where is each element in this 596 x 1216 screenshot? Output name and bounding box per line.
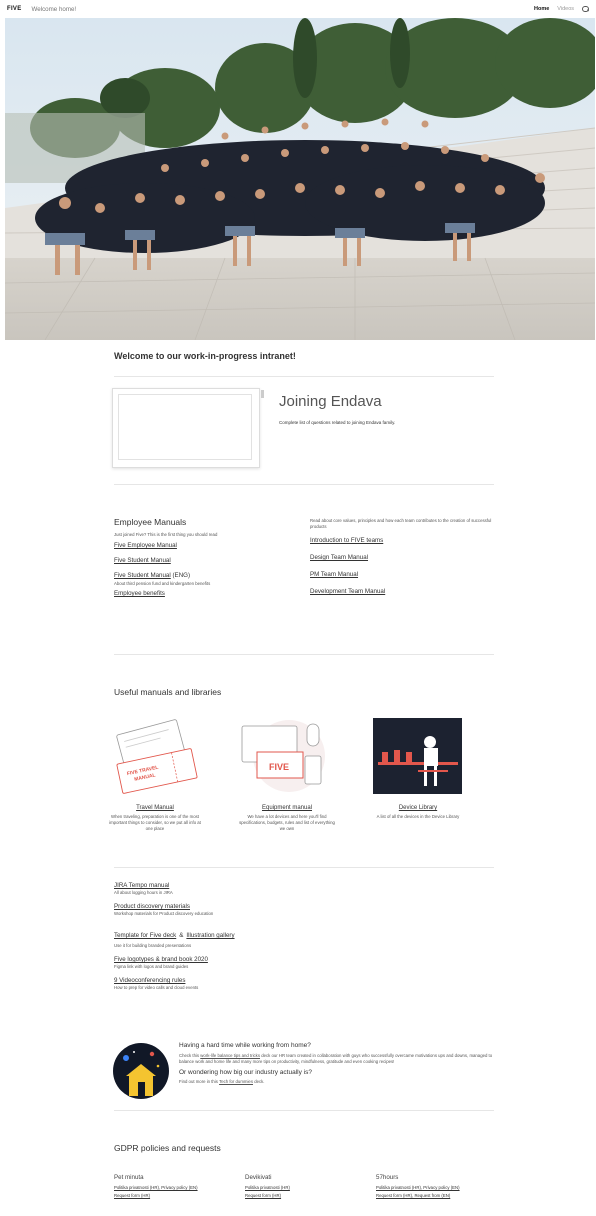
employee-benefits-link[interactable]: Employee benefits	[114, 590, 294, 597]
wfh-paragraph: Check this work-life balance tips and tr…	[179, 1053, 499, 1065]
wfh-question-2: Or wondering how big our industry actual…	[179, 1069, 312, 1076]
list-item: JIRA Tempo manual All about logging hour…	[114, 882, 494, 896]
gdpr-column-pet-minuta: Pet minuta Politika privatnosti (HR), Pr…	[114, 1174, 234, 1198]
device-library-card: Device Library A list of all the devices…	[368, 716, 468, 820]
home-night-icon	[113, 1043, 169, 1099]
joining-description: Complete list of questions related to jo…	[279, 420, 396, 425]
device-library-desc: A list of all the devices in the Device …	[376, 814, 460, 819]
gdpr-column-57hours: 57hours Politika privatnosti (HR), Priva…	[376, 1174, 496, 1198]
videoconferencing-desc: How to prep for video calls and cloud ev…	[114, 985, 199, 990]
find-text-after: deck.	[254, 1079, 265, 1084]
resources-list: JIRA Tempo manual All about logging hour…	[114, 882, 494, 998]
employee-manuals-title: Employee Manuals	[114, 517, 187, 527]
privacy-policy-links[interactable]: Politika privatnosti (HR)	[245, 1185, 365, 1190]
joining-embed-card[interactable]	[112, 388, 260, 468]
privacy-policy-links[interactable]: Politika privatnosti (HR), Privacy polic…	[114, 1185, 234, 1190]
useful-section: Useful manuals and libraries	[114, 687, 494, 697]
development-team-manual-link[interactable]: Development Team Manual	[310, 588, 495, 595]
equipment-manual-link[interactable]: Equipment manual	[237, 805, 337, 811]
find-text-before: Find out more in this	[179, 1079, 218, 1084]
gdpr-column-devikivati: Devikivati Politika privatnosti (HR) Req…	[245, 1174, 365, 1198]
equipment-art-text: FIVE	[269, 762, 289, 772]
divider	[114, 376, 494, 377]
five-student-manual-link[interactable]: Five Student Manual	[114, 557, 294, 564]
site-logo[interactable]: FIVE	[7, 6, 22, 12]
equipment-manual-desc: We have a lot devices and here you'll fi…	[239, 814, 335, 831]
ampersand: &	[179, 932, 184, 939]
search-icon[interactable]	[582, 5, 589, 13]
welcome-heading: Welcome to our work-in-progress intranet…	[114, 351, 296, 361]
top-bar: FIVE Welcome home! Home Videos	[0, 0, 596, 18]
equipment-manual-card: FIVE Equipment manual We have a lot devi…	[237, 716, 337, 832]
divider	[114, 484, 494, 485]
team-photo-illustration	[5, 18, 595, 340]
teams-intro: Read about core values, principles and h…	[310, 518, 492, 529]
employee-manuals-intro: Just joined Five? This is the first thin…	[114, 532, 218, 537]
travel-manual-desc: When traveling, preparation is one of th…	[109, 814, 201, 831]
template-row: Template for Five deck & Illustration gall…	[114, 924, 494, 942]
wfh-block: Having a hard time while working from ho…	[179, 1042, 499, 1085]
embed-scroll-handle[interactable]	[261, 390, 264, 398]
jira-tempo-manual-link[interactable]: JIRA Tempo manual	[114, 882, 494, 889]
gdpr-company-name: Devikivati	[245, 1174, 272, 1181]
gdpr-title: GDPR policies and requests	[114, 1143, 221, 1153]
template-desc: Use it for building branded presentation…	[114, 943, 192, 948]
hero-team-photo	[5, 18, 595, 340]
device-library-link[interactable]: Device Library	[368, 805, 468, 811]
list-item: Five logotypes & brand book 2020 Figma l…	[114, 956, 494, 970]
brand-book-link[interactable]: Five logotypes & brand book 2020	[114, 956, 494, 963]
embed-frame	[118, 394, 252, 460]
top-nav: Home Videos	[534, 5, 589, 13]
five-student-manual-eng-link[interactable]: Five Student Manual	[114, 572, 171, 579]
equipment-manual-illustration[interactable]: FIVE	[237, 716, 337, 796]
eng-suffix: (ENG)	[172, 572, 191, 579]
privacy-policy-links[interactable]: Politika privatnosti (HR), Privacy polic…	[376, 1185, 496, 1190]
divider	[114, 867, 494, 868]
list-item: Product discovery materials Workshop mat…	[114, 903, 494, 917]
list-item: 9 Videoconferencing rules How to prep fo…	[114, 977, 494, 991]
divider	[114, 654, 494, 655]
nav-home[interactable]: Home	[534, 6, 549, 12]
travel-manual-illustration[interactable]: FIVE TRAVEL MANUAL	[105, 716, 205, 796]
student-manual-eng-row: Five Student Manual (ENG)	[114, 572, 294, 579]
travel-manual-card: FIVE TRAVEL MANUAL Travel Manual When tr…	[105, 716, 205, 832]
travel-manual-link[interactable]: Travel Manual	[105, 805, 205, 811]
tech-for-dummies-link[interactable]: Tech for dummies	[219, 1079, 253, 1084]
request-form-links[interactable]: Request form (HR)	[245, 1193, 365, 1198]
five-employee-manual-link[interactable]: Five Employee Manual	[114, 542, 294, 549]
intro-five-teams-link[interactable]: Introduction to FIVE teams	[310, 537, 495, 544]
joining-title: Joining Endava	[279, 393, 382, 410]
jira-tempo-desc: All about logging hours in JIRA	[114, 890, 173, 895]
brand-book-desc: Figma link with logos and brand guides	[114, 964, 189, 969]
gdpr-section: GDPR policies and requests	[114, 1143, 221, 1153]
teams-column: Read about core values, principles and h…	[310, 518, 495, 595]
nav-videos[interactable]: Videos	[557, 6, 574, 12]
site-title[interactable]: Welcome home!	[32, 6, 77, 13]
gdpr-company-name: 57hours	[376, 1174, 399, 1181]
gdpr-company-name: Pet minuta	[114, 1174, 144, 1181]
wfh-text-before: Check this	[179, 1053, 200, 1058]
divider	[114, 1110, 494, 1111]
device-library-illustration[interactable]	[368, 716, 468, 796]
pm-team-manual-link[interactable]: PM Team Manual	[310, 571, 495, 578]
benefits-note: About third pension fund and kindergarte…	[114, 581, 211, 586]
videoconferencing-rules-link[interactable]: 9 Videoconferencing rules	[114, 977, 494, 984]
request-form-links[interactable]: Request form (HR)	[114, 1193, 234, 1198]
useful-title: Useful manuals and libraries	[114, 687, 222, 697]
design-team-manual-link[interactable]: Design Team Manual	[310, 554, 495, 561]
product-discovery-link[interactable]: Product discovery materials	[114, 903, 494, 910]
five-deck-template-link[interactable]: Template for Five deck	[114, 932, 176, 939]
employee-manuals-column: Employee Manuals Just joined Five? This …	[114, 517, 294, 597]
industry-paragraph: Find out more in this Tech for dummies d…	[179, 1079, 499, 1085]
work-life-balance-link[interactable]: work-life balance tips and tricks	[200, 1053, 260, 1058]
product-discovery-desc: Workshop materials for Product discovery…	[114, 911, 214, 916]
wfh-question-1: Having a hard time while working from ho…	[179, 1042, 311, 1049]
list-item: Template for Five deck & Illustration gall…	[114, 924, 494, 949]
welcome-section: Welcome to our work-in-progress intranet…	[114, 351, 494, 361]
illustration-gallery-link[interactable]: Illustration gallery	[186, 932, 234, 939]
request-form-links[interactable]: Request form (HR), Request from (EN)	[376, 1193, 496, 1198]
